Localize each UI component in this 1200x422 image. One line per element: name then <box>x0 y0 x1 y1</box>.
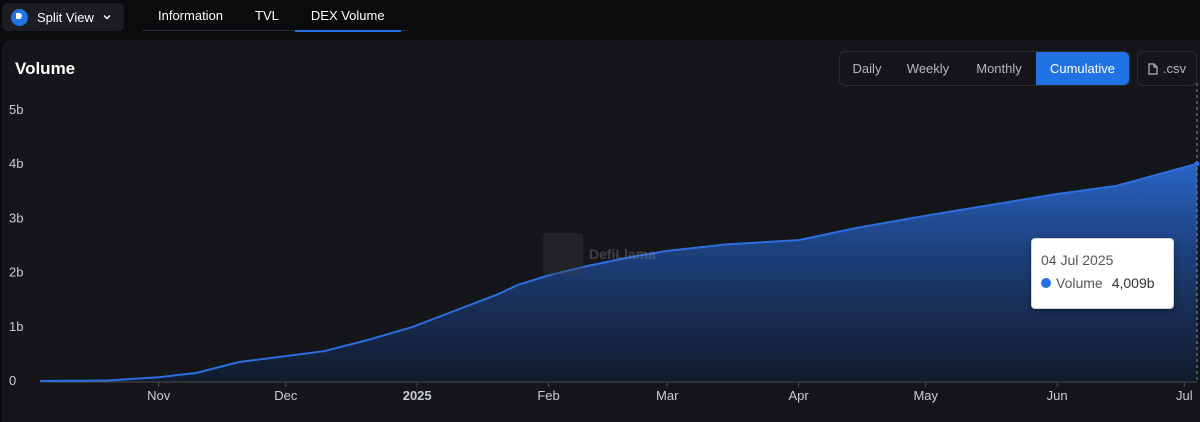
x-tick-label: Jun <box>1047 388 1068 403</box>
x-tick-label: Mar <box>656 388 679 403</box>
x-tick-label: 2025 <box>403 388 432 403</box>
x-tick-label: Jul <box>1176 388 1193 403</box>
x-tick-label: May <box>913 388 938 403</box>
tooltip-value: 4,009b <box>1111 275 1155 291</box>
tooltip-date: 04 Jul 2025 <box>1041 252 1114 268</box>
hover-point <box>1194 161 1200 167</box>
tooltip-row: Volume 4,009b <box>1041 275 1155 291</box>
y-tick-label: 0 <box>9 373 16 388</box>
watermark: DefiLlama <box>543 233 656 275</box>
x-tick-label: Feb <box>537 388 559 403</box>
defillama-watermark-icon <box>543 233 583 275</box>
y-tick-label: 5b <box>9 102 23 117</box>
x-tick-label: Nov <box>147 388 171 403</box>
y-tick-label: 4b <box>9 156 23 171</box>
y-tick-label: 3b <box>9 210 23 225</box>
tooltip-series: Volume <box>1056 275 1103 291</box>
x-tick-label: Apr <box>789 388 810 403</box>
watermark-text: DefiLlama <box>589 246 656 262</box>
tooltip-dot-icon <box>1041 278 1051 288</box>
volume-chart[interactable]: 0 1b 2b 3b 4b 5b Nov Dec 2025 Feb Mar Apr May Jun Jul <box>0 0 1200 422</box>
y-tick-label: 2b <box>9 265 23 280</box>
x-tick-label: Dec <box>274 388 298 403</box>
chart-tooltip: 04 Jul 2025 Volume 4,009b <box>1031 238 1174 309</box>
y-tick-label: 1b <box>9 319 23 334</box>
